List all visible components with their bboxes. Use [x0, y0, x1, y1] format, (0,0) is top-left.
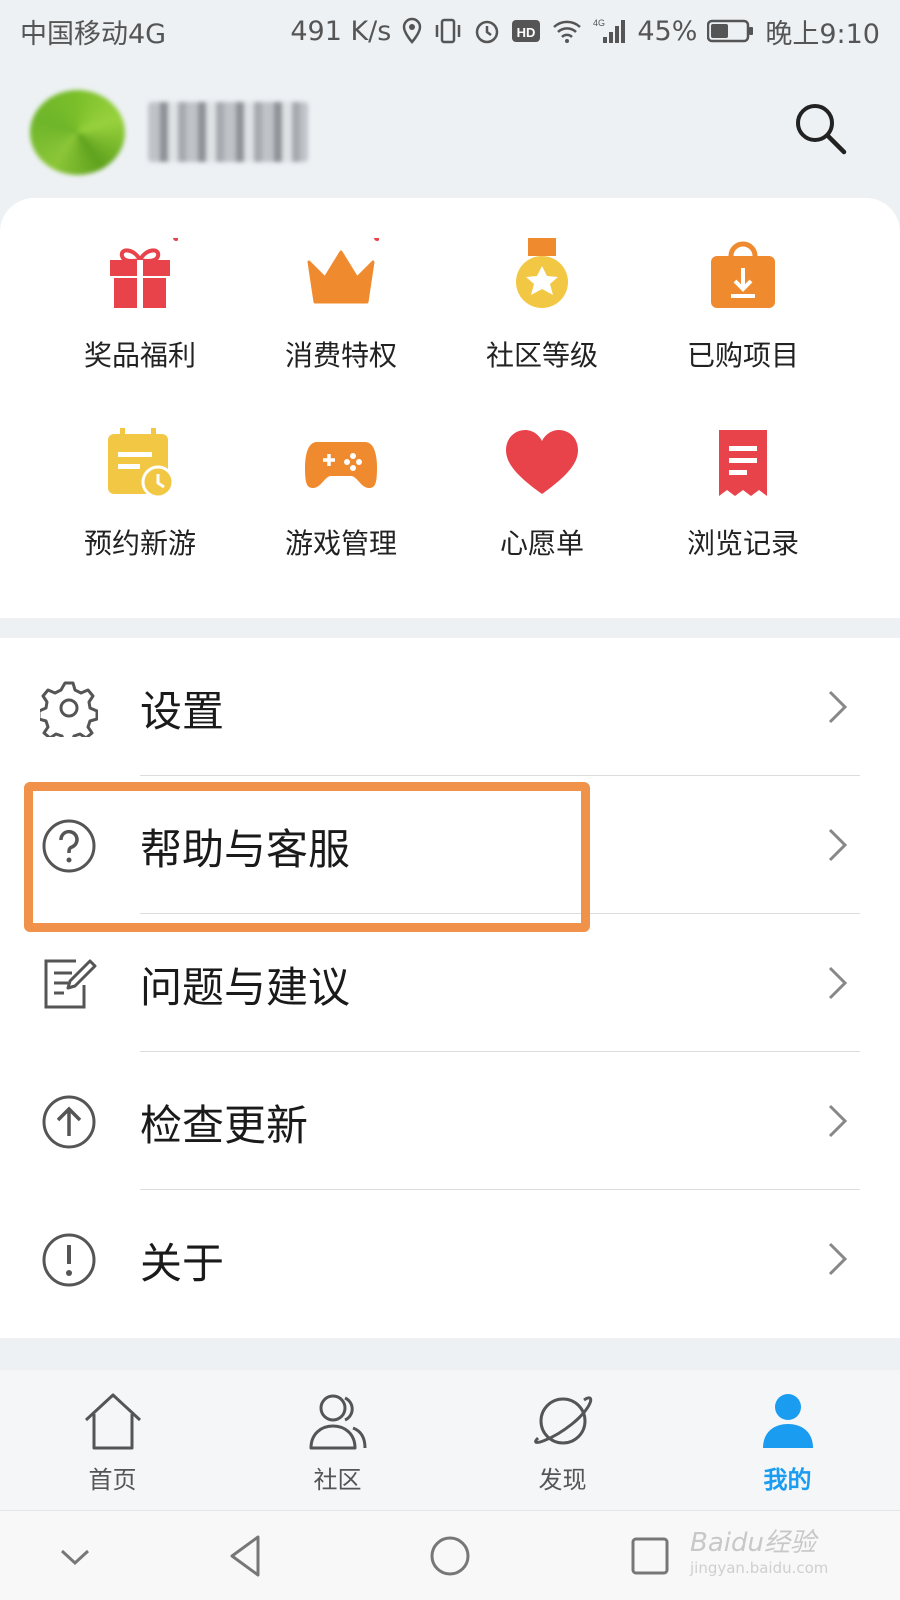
- menu-item-help[interactable]: 帮助与客服: [0, 776, 900, 914]
- receipt-icon: [719, 430, 767, 496]
- grid-item-label: 游戏管理: [284, 527, 397, 560]
- tab-label: 我的: [763, 1466, 812, 1494]
- network-speed: 491 K/s: [290, 15, 392, 47]
- settings-menu: 设置 帮助与客服 问题与建议 检查更新 关于: [0, 638, 900, 1338]
- location-icon: [403, 17, 422, 44]
- recents-icon[interactable]: [625, 1531, 675, 1581]
- tab-label: 首页: [88, 1466, 137, 1494]
- tab-label: 发现: [538, 1466, 587, 1494]
- search-icon[interactable]: [790, 98, 850, 158]
- grid-item-reserve[interactable]: 预约新游: [40, 426, 240, 596]
- grid-item-purchased[interactable]: 已购项目: [643, 238, 843, 408]
- grid-item-label: 社区等级: [485, 339, 598, 372]
- svg-text:4G: 4G: [593, 18, 605, 28]
- menu-item-label: 帮助与客服: [140, 825, 351, 874]
- menu-item-label: 问题与建议: [140, 963, 351, 1012]
- chevron-right-icon: [828, 966, 848, 1000]
- menu-item-settings[interactable]: 设置: [0, 638, 900, 776]
- grid-item-label: 消费特权: [284, 339, 397, 372]
- grid-item-history[interactable]: 浏览记录: [643, 426, 843, 596]
- watermark: Baidu经验 jingyan.baidu.com: [690, 1522, 828, 1577]
- menu-item-label: 关于: [140, 1239, 225, 1288]
- alarm-icon: [476, 20, 499, 44]
- status-bar: 中国移动4G 491 K/s HD 4G 45% 晚上9:10: [0, 0, 900, 62]
- grid-item-label: 浏览记录: [686, 527, 799, 560]
- tab-home[interactable]: 首页: [0, 1370, 225, 1510]
- watermark-url: jingyan.baidu.com: [690, 1559, 829, 1577]
- wifi-icon: [553, 20, 582, 43]
- tab-label: 社区: [313, 1466, 362, 1494]
- home-icon: [84, 1393, 142, 1450]
- back-icon[interactable]: [222, 1531, 272, 1581]
- crown-icon: [307, 238, 379, 304]
- grid-item-label: 已购项目: [686, 339, 799, 372]
- profile-header: [0, 62, 900, 202]
- gamepad-icon: [305, 442, 377, 488]
- arrow-up-circle-icon: [42, 1095, 96, 1149]
- grid-item-wishlist[interactable]: 心愿单: [442, 426, 642, 596]
- carrier-label: 中国移动4G: [20, 18, 167, 50]
- svg-text:HD: HD: [517, 25, 536, 40]
- shopping-bag-icon: [711, 241, 775, 308]
- edit-note-icon: [44, 959, 97, 1009]
- menu-item-label: 检查更新: [140, 1101, 309, 1150]
- clock: 晚上9:10: [765, 18, 880, 50]
- grid-item-label: 预约新游: [83, 527, 196, 560]
- gear-icon: [40, 681, 98, 737]
- chevron-down-icon[interactable]: [50, 1531, 100, 1581]
- medal-icon: [516, 238, 568, 308]
- user-icon: [763, 1394, 813, 1448]
- question-circle-icon: [42, 819, 96, 873]
- gift-icon: [110, 238, 178, 308]
- grid-item-game-manage[interactable]: 游戏管理: [241, 426, 441, 596]
- vibrate-icon: [436, 18, 461, 44]
- avatar[interactable]: [30, 90, 125, 175]
- menu-item-feedback[interactable]: 问题与建议: [0, 914, 900, 1052]
- exclamation-circle-icon: [42, 1233, 96, 1287]
- menu-item-label: 设置: [140, 687, 225, 736]
- bottom-tab-bar: 首页 社区 发现 我的: [0, 1370, 900, 1510]
- shortcut-grid: 奖品福利 消费特权 社区等级 已购项目 预约新游 游戏管理 心愿单 浏览记录: [0, 198, 900, 618]
- heart-icon: [506, 430, 578, 494]
- people-icon: [309, 1394, 367, 1450]
- grid-item-prize[interactable]: 奖品福利: [40, 238, 240, 408]
- calendar-clock-icon: [108, 428, 175, 499]
- menu-item-update[interactable]: 检查更新: [0, 1052, 900, 1190]
- tab-community[interactable]: 社区: [225, 1370, 450, 1510]
- chevron-right-icon: [828, 1104, 848, 1138]
- battery-percent: 45%: [637, 15, 698, 47]
- grid-item-level[interactable]: 社区等级: [442, 238, 642, 408]
- grid-item-privilege[interactable]: 消费特权: [241, 238, 441, 408]
- battery-icon: [707, 19, 754, 43]
- watermark-brand: Baidu经验: [690, 1528, 816, 1558]
- tab-mine[interactable]: 我的: [675, 1370, 900, 1510]
- signal-icon: 4G: [593, 18, 626, 43]
- hd-icon: HD: [512, 20, 541, 42]
- chevron-right-icon: [828, 1242, 848, 1276]
- tab-discover[interactable]: 发现: [450, 1370, 675, 1510]
- grid-item-label: 心愿单: [499, 527, 584, 560]
- planet-icon: [534, 1396, 593, 1445]
- home-button-icon[interactable]: [425, 1531, 475, 1581]
- chevron-right-icon: [828, 828, 848, 862]
- username[interactable]: [148, 102, 308, 162]
- grid-item-label: 奖品福利: [83, 339, 196, 372]
- chevron-right-icon: [828, 690, 848, 724]
- menu-item-about[interactable]: 关于: [0, 1190, 900, 1328]
